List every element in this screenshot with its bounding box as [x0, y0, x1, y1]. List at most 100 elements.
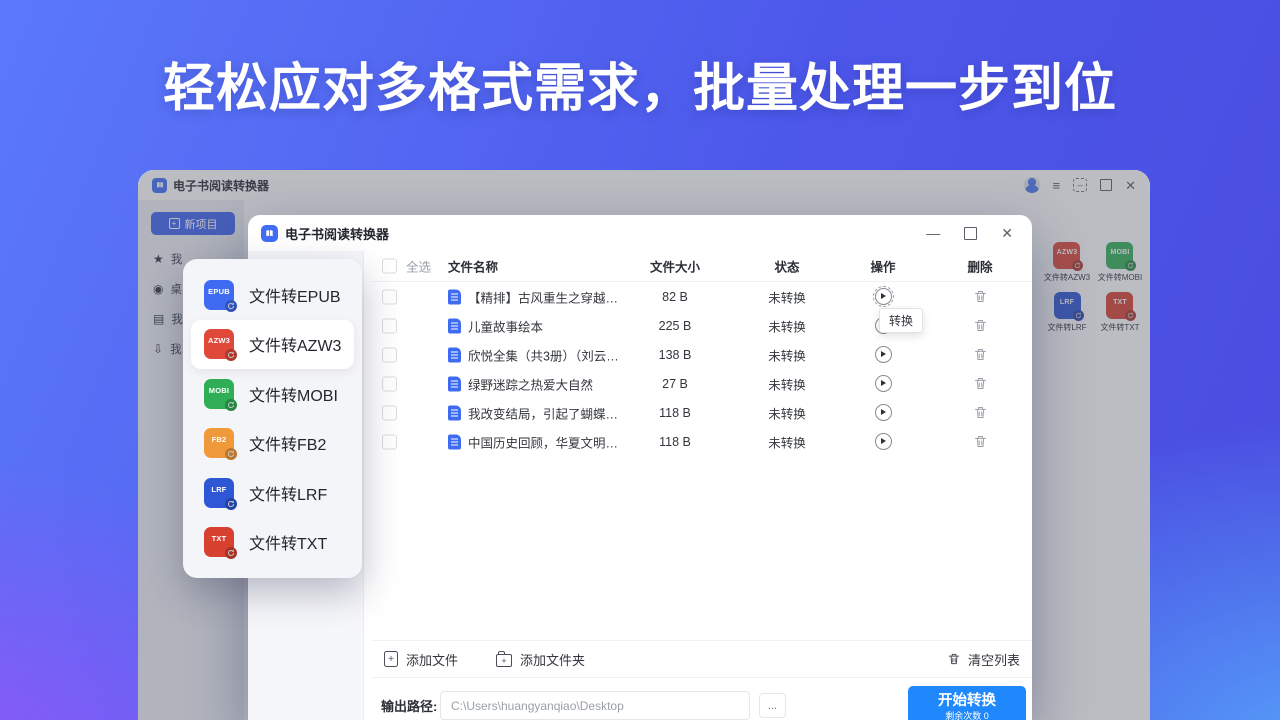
close-icon[interactable]: ✕	[1001, 226, 1013, 240]
delete-trash-icon[interactable]	[973, 434, 988, 449]
convert-badge-icon	[225, 448, 237, 460]
column-header-delete: 删除	[935, 257, 1025, 276]
banner-headline: 轻松应对多格式需求，批量处理一步到位	[0, 46, 1280, 121]
dialog-title: 电子书阅读转换器	[285, 224, 389, 243]
remaining-count: 剩余次数 0	[945, 711, 989, 720]
delete-trash-icon[interactable]	[973, 289, 988, 304]
list-toolbar: 添加文件 添加文件夹 清空列表	[372, 640, 1032, 678]
add-folder-button[interactable]: 添加文件夹	[496, 650, 585, 669]
file-size: 118 B	[630, 406, 720, 420]
add-file-icon	[384, 651, 398, 667]
format-file-icon: MOBI	[204, 379, 234, 409]
maximize-icon[interactable]	[964, 227, 977, 240]
format-menu-item[interactable]: AZW3 文件转AZW3	[191, 320, 354, 370]
document-icon	[448, 289, 461, 304]
minimize-icon[interactable]: —	[926, 226, 940, 240]
convert-play-button[interactable]	[875, 404, 892, 421]
convert-badge-icon	[225, 547, 237, 559]
format-file-icon: TXT	[204, 527, 234, 557]
convert-play-button[interactable]	[875, 375, 892, 392]
dialog-footer: 输出路径: ... 开始转换 剩余次数 0	[372, 678, 1032, 720]
document-icon	[448, 405, 461, 420]
document-icon	[448, 376, 461, 391]
output-path-label: 输出路径:	[381, 696, 437, 715]
column-header-action: 操作	[838, 257, 928, 276]
convert-tooltip: 转换	[879, 308, 923, 333]
convert-badge-icon	[225, 399, 237, 411]
select-all-label: 全选	[406, 257, 431, 276]
add-folder-icon	[496, 654, 512, 667]
format-menu-item[interactable]: LRF 文件转LRF	[191, 468, 354, 518]
row-checkbox[interactable]	[382, 434, 397, 449]
file-size: 225 B	[630, 319, 720, 333]
file-name: 【精排】古风重生之穿越女的...	[468, 287, 623, 306]
row-checkbox[interactable]	[382, 318, 397, 333]
convert-play-button[interactable]	[875, 288, 892, 305]
delete-trash-icon[interactable]	[973, 405, 988, 420]
format-menu-item[interactable]: MOBI 文件转MOBI	[191, 369, 354, 419]
format-file-icon: EPUB	[204, 280, 234, 310]
table-row: 中国历史回顾，华夏文明历程... 118 B 未转换	[372, 427, 1032, 456]
select-all-checkbox[interactable]	[382, 259, 397, 274]
file-size: 118 B	[630, 435, 720, 449]
file-name: 儿童故事绘本	[468, 316, 543, 335]
format-menu-item[interactable]: TXT 文件转TXT	[191, 518, 354, 568]
delete-trash-icon[interactable]	[973, 376, 988, 391]
start-convert-button[interactable]: 开始转换 剩余次数 0	[908, 686, 1026, 720]
file-table-body: 【精排】古风重生之穿越女的... 82 B 未转换	[372, 282, 1032, 456]
column-header-name: 文件名称	[448, 257, 498, 276]
table-header: 全选 文件名称 文件大小 状态 操作 删除	[372, 251, 1032, 282]
document-icon	[448, 434, 461, 449]
row-checkbox[interactable]	[382, 405, 397, 420]
convert-badge-icon	[225, 300, 237, 312]
row-checkbox[interactable]	[382, 376, 397, 391]
table-row: 我改变结局，引起了蝴蝶效应... 118 B 未转换	[372, 398, 1032, 427]
table-row: 绿野迷踪之热爱大自然 27 B 未转换	[372, 369, 1032, 398]
column-header-size: 文件大小	[630, 257, 720, 276]
converter-dialog: 电子书阅读转换器 — ✕ 全选 文件名称 文件大小 状态 操作 删除	[248, 215, 1032, 720]
file-size: 138 B	[630, 348, 720, 362]
format-menu-popup: EPUB 文件转EPUB AZW3 文件转AZW3	[183, 259, 362, 578]
dialog-content: 全选 文件名称 文件大小 状态 操作 删除 【精排】古风重生之穿越女的...	[372, 251, 1032, 720]
file-size: 27 B	[630, 377, 720, 391]
file-size: 82 B	[630, 290, 720, 304]
file-status: 未转换	[742, 287, 832, 306]
file-name: 欣悦全集（共3册）（刘云云）	[468, 345, 623, 364]
format-file-icon: AZW3	[204, 329, 234, 359]
column-header-status: 状态	[742, 257, 832, 276]
convert-badge-icon	[225, 498, 237, 510]
file-name: 绿野迷踪之热爱大自然	[468, 374, 593, 393]
format-file-icon: FB2	[204, 428, 234, 458]
file-status: 未转换	[742, 345, 832, 364]
convert-play-button[interactable]	[875, 346, 892, 363]
table-row: 【精排】古风重生之穿越女的... 82 B 未转换	[372, 282, 1032, 311]
trash-icon	[947, 652, 961, 666]
output-path-input[interactable]	[440, 691, 750, 720]
row-checkbox[interactable]	[382, 347, 397, 362]
file-status: 未转换	[742, 403, 832, 422]
document-icon	[448, 347, 461, 362]
file-name: 我改变结局，引起了蝴蝶效应...	[468, 403, 623, 422]
table-row: 儿童故事绘本 225 B 未转换	[372, 311, 1032, 340]
format-menu-item[interactable]: FB2 文件转FB2	[191, 419, 354, 469]
file-status: 未转换	[742, 432, 832, 451]
format-file-icon: LRF	[204, 478, 234, 508]
document-icon	[448, 318, 461, 333]
app-logo-icon	[261, 225, 278, 242]
delete-trash-icon[interactable]	[973, 347, 988, 362]
convert-badge-icon	[225, 349, 237, 361]
clear-list-button[interactable]: 清空列表	[947, 650, 1020, 669]
file-status: 未转换	[742, 374, 832, 393]
table-row: 欣悦全集（共3册）（刘云云） 138 B 未转换	[372, 340, 1032, 369]
browse-button[interactable]: ...	[759, 693, 786, 718]
format-menu-item[interactable]: EPUB 文件转EPUB	[191, 270, 354, 320]
file-status: 未转换	[742, 316, 832, 335]
row-checkbox[interactable]	[382, 289, 397, 304]
dialog-window-controls: — ✕	[926, 226, 1019, 240]
convert-play-button[interactable]	[875, 433, 892, 450]
add-file-button[interactable]: 添加文件	[384, 650, 458, 669]
marketing-banner: 轻松应对多格式需求，批量处理一步到位 电子书阅读转换器 ≡ – ✕ 新项目	[0, 0, 1280, 720]
file-name: 中国历史回顾，华夏文明历程...	[468, 432, 623, 451]
delete-trash-icon[interactable]	[973, 318, 988, 333]
dialog-titlebar: 电子书阅读转换器 — ✕	[248, 215, 1032, 251]
